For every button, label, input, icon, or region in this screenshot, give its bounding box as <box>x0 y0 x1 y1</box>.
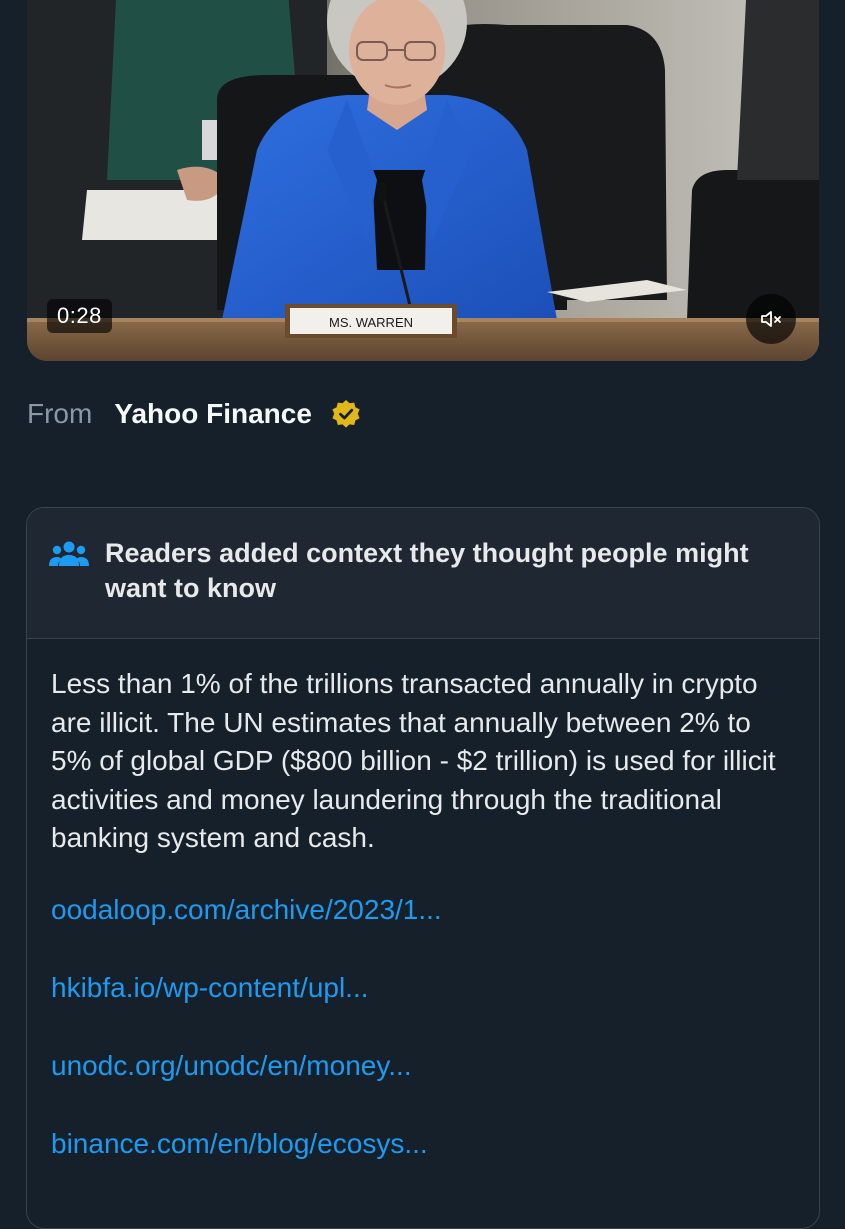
video-source: From Yahoo Finance <box>27 394 362 434</box>
community-note: Readers added context they thought peopl… <box>26 507 820 1229</box>
video-player[interactable]: MS. WARREN 0:28 <box>27 0 819 361</box>
community-note-text: Less than 1% of the trillions transacted… <box>51 668 776 853</box>
list-item: binance.com/en/blog/ecosys... <box>51 1125 795 1163</box>
source-link[interactable]: binance.com/en/blog/ecosys... <box>51 1128 428 1159</box>
community-note-links: oodaloop.com/archive/2023/1... hkibfa.io… <box>51 891 795 1163</box>
from-label: From <box>27 398 93 429</box>
community-note-header: Readers added context they thought peopl… <box>27 508 819 639</box>
list-item: unodc.org/unodc/en/money... <box>51 1047 795 1085</box>
verified-badge-icon <box>332 400 360 428</box>
video-duration: 0:28 <box>47 299 112 333</box>
speaker-muted-icon <box>761 311 781 327</box>
community-note-body: Less than 1% of the trillions transacted… <box>27 639 819 1163</box>
source-link[interactable]: hkibfa.io/wp-content/upl... <box>51 972 369 1003</box>
nameplate: MS. WARREN <box>329 315 413 330</box>
source-link[interactable]: unodc.org/unodc/en/money... <box>51 1050 412 1081</box>
community-note-title: Readers added context they thought peopl… <box>105 538 749 603</box>
mute-button[interactable] <box>746 294 796 344</box>
video-frame: MS. WARREN <box>27 0 819 361</box>
source-name-link[interactable]: Yahoo Finance <box>114 398 312 430</box>
list-item: hkibfa.io/wp-content/upl... <box>51 969 795 1007</box>
list-item: oodaloop.com/archive/2023/1... <box>51 891 795 929</box>
people-icon <box>49 541 89 566</box>
source-link[interactable]: oodaloop.com/archive/2023/1... <box>51 894 442 925</box>
